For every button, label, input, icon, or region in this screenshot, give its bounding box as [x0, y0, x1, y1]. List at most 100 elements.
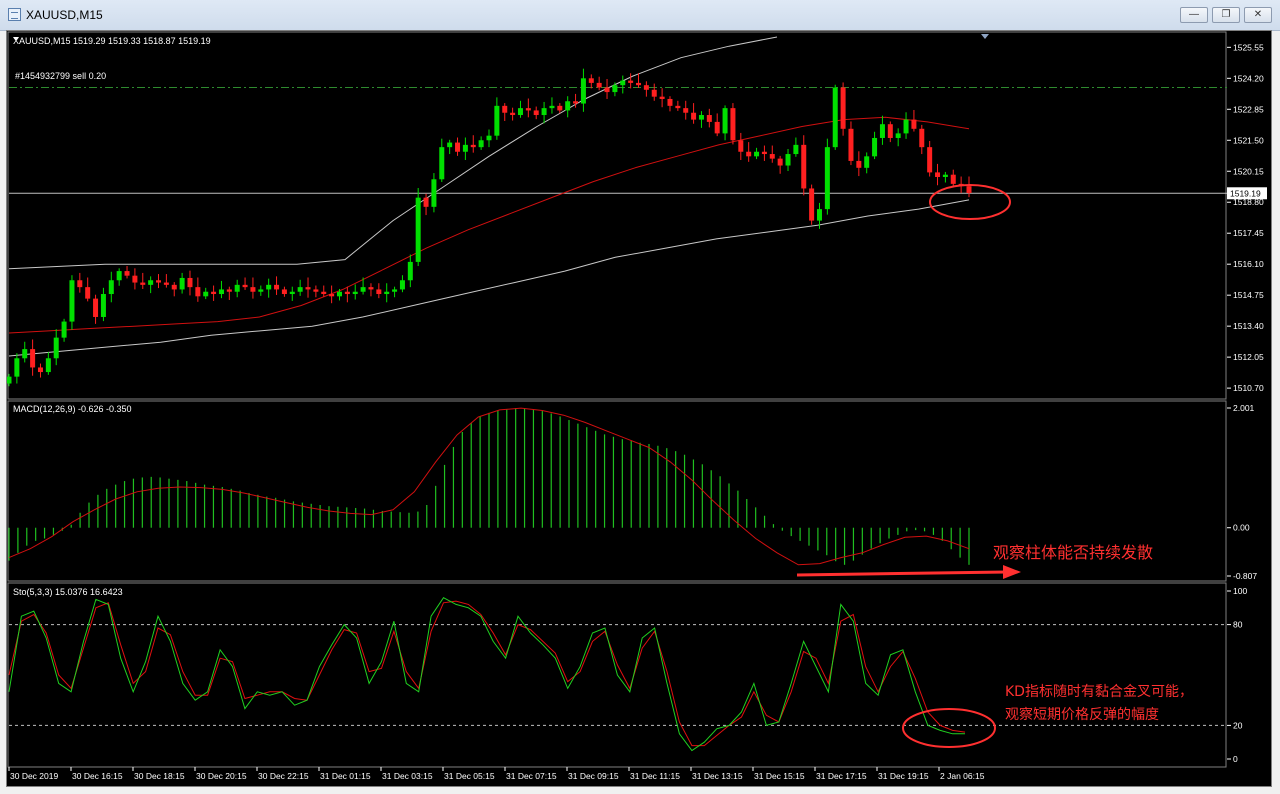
candle-body — [738, 140, 744, 152]
candle-body — [966, 186, 972, 194]
current-price-label: 1519.19 — [1230, 188, 1261, 198]
candle-body — [163, 282, 169, 285]
candle-body — [761, 151, 767, 155]
candle-body — [195, 287, 201, 297]
candle-body — [352, 291, 358, 295]
window-titlebar: XAUUSD,M15 — ❐ ✕ — [0, 0, 1280, 31]
candle-body — [746, 151, 752, 157]
candle-body — [588, 78, 594, 83]
time-axis: 30 Dec 2019 30 Dec 16:15 30 Dec 18:15 30 De… — [8, 767, 985, 781]
candle-body — [313, 289, 319, 292]
candle-body — [887, 124, 893, 138]
candle-body — [132, 275, 138, 283]
candle-body — [793, 144, 799, 155]
candle-body — [840, 87, 846, 129]
candle-body — [698, 115, 704, 120]
candle-body — [510, 112, 516, 116]
candle-body — [344, 291, 350, 295]
candle-body — [140, 282, 146, 285]
candle-body — [683, 108, 689, 113]
candle-body — [675, 105, 681, 109]
close-button[interactable]: ✕ — [1244, 7, 1272, 23]
time-axis-label: 31 Dec 17:15 — [816, 771, 867, 781]
price-axis-label: 1513.40 — [1233, 321, 1264, 331]
candle-body — [69, 280, 75, 322]
candle-body — [580, 78, 586, 104]
candle-body — [22, 349, 28, 359]
price-axis-label: 1522.85 — [1233, 104, 1264, 114]
kd-annotation-line2: 观察短期价格反弹的幅度 — [1005, 706, 1159, 723]
time-axis-label: 31 Dec 11:15 — [630, 771, 680, 781]
shift-marker-icon — [981, 34, 989, 39]
minimize-button[interactable]: — — [1180, 7, 1208, 23]
candle-body — [258, 289, 264, 292]
chart-window[interactable]: 1525.55 1524.20 1522.85 1521.50 1520.15 1518.… — [6, 30, 1272, 787]
candle-body — [573, 101, 579, 104]
candle-body — [502, 105, 508, 113]
candle-body — [85, 287, 91, 299]
candle-body — [368, 287, 374, 290]
price-axis-label: 1524.20 — [1233, 73, 1264, 83]
candle-body — [895, 133, 901, 138]
arrow-head-icon — [1003, 565, 1021, 579]
candle-body — [525, 108, 531, 111]
price-axis-label: 1514.75 — [1233, 290, 1264, 300]
price-panel: 1525.551524.201522.851521.501520.151518.… — [7, 34, 1267, 393]
sto-header: Sto(5,3,3) 15.0376 16.6423 — [13, 587, 123, 597]
price-axis-label: 1517.45 — [1233, 228, 1264, 238]
time-axis-label: 30 Dec 20:15 — [196, 771, 247, 781]
candle-body — [879, 124, 885, 138]
time-axis-label: 31 Dec 03:15 — [382, 771, 433, 781]
candle-body — [289, 291, 295, 295]
candle-body — [643, 85, 649, 90]
candle-body — [234, 284, 240, 292]
candle-body — [872, 137, 878, 157]
candle-body — [911, 119, 917, 129]
candle-body — [533, 110, 539, 116]
candle-body — [478, 140, 484, 148]
candle-body — [517, 108, 523, 116]
candle-body — [604, 87, 610, 93]
candle-body — [116, 271, 122, 281]
macd-annotation-arrow — [796, 570, 1008, 577]
candle-body — [494, 105, 500, 136]
sto-highlight-circle — [902, 708, 996, 748]
time-axis-label: 30 Dec 16:15 — [72, 771, 123, 781]
candle-body — [392, 289, 398, 292]
candle-body — [171, 284, 177, 290]
candle-body — [218, 289, 224, 295]
candle-body — [816, 209, 822, 221]
candle-body — [45, 358, 51, 373]
candle-body — [93, 298, 99, 317]
candle-body — [777, 158, 783, 166]
candle-body — [596, 82, 602, 88]
candle-body — [462, 144, 468, 152]
candle-body — [722, 108, 728, 134]
candle-body — [620, 80, 626, 86]
candle-body — [612, 85, 618, 93]
candle-body — [203, 291, 209, 297]
price-axis-label: 1520.15 — [1233, 166, 1264, 176]
candle-body — [407, 261, 413, 281]
candle-body — [714, 121, 720, 134]
candle-body — [950, 174, 956, 184]
price-axis-label: 1512.05 — [1233, 352, 1264, 362]
candle-body — [305, 287, 311, 290]
order-label: #1454932799 sell 0.20 — [15, 71, 106, 81]
candle-body — [565, 101, 571, 111]
chart-canvas[interactable]: 1525.551524.201522.851521.501520.151518.… — [7, 31, 1271, 786]
candle-body — [903, 119, 909, 134]
restore-button[interactable]: ❐ — [1212, 7, 1240, 23]
candle-body — [636, 82, 642, 86]
time-axis-label: 31 Dec 15:15 — [754, 771, 805, 781]
candle-body — [100, 294, 106, 317]
candle-body — [61, 321, 67, 338]
candle-body — [447, 142, 453, 148]
candle-body — [486, 135, 492, 141]
candle-body — [470, 144, 476, 148]
candle-body — [541, 108, 547, 116]
candle-body — [124, 271, 130, 276]
macd-header: MACD(12,26,9) -0.626 -0.350 — [13, 404, 132, 414]
candle-body — [769, 154, 775, 159]
candle-body — [376, 289, 382, 295]
